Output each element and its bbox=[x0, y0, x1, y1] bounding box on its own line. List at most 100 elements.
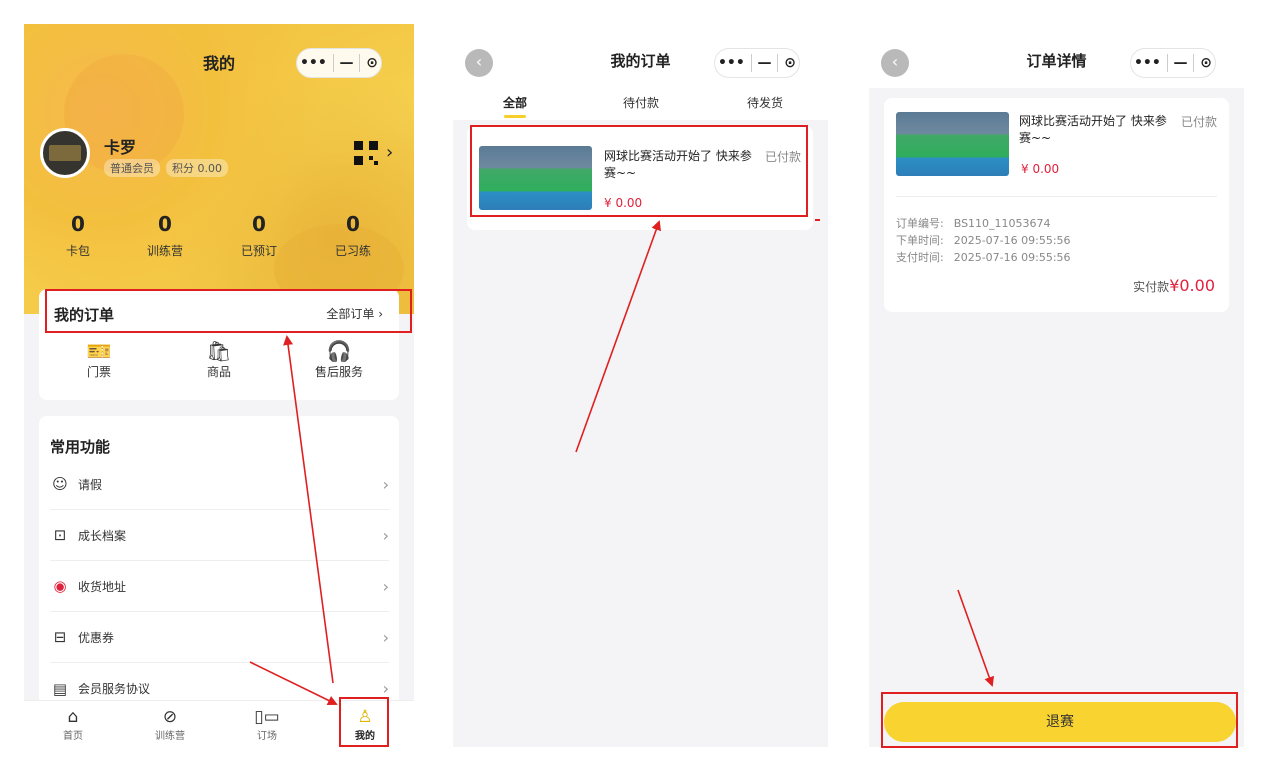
paid-label: 实付款 bbox=[1133, 280, 1170, 294]
stat-value: 0 bbox=[346, 212, 360, 236]
tab-label: 首页 bbox=[63, 731, 83, 742]
all-orders-link[interactable]: 全部订单 › bbox=[326, 305, 383, 322]
my-orders-screen: ‹ 我的订单 ••• — ⊙ 全部 待付款 待发货 网球比赛活动开始了 快来参赛… bbox=[453, 24, 828, 747]
function-label: 会员服务协议 bbox=[78, 682, 151, 696]
leave-icon: ☺ bbox=[52, 475, 68, 493]
order-price: ¥ 0.00 bbox=[604, 196, 643, 210]
paid-amount: ¥0.00 bbox=[1169, 276, 1215, 295]
mini-program-capsule[interactable]: ••• — ⊙ bbox=[1130, 48, 1216, 78]
ball-icon: ⊘ bbox=[162, 707, 178, 727]
common-functions-card: 常用功能 ☺ 请假 › ⊡ 成长档案 › ◉ 收货地址 › ⊟ 优惠券 › ▤ 会员服务协议 › bbox=[39, 416, 399, 716]
avatar[interactable] bbox=[40, 128, 90, 178]
my-orders-card: 我的订单 全部订单 › 🎫 门票 🛍 商品 🎧 售后服务 bbox=[39, 289, 399, 400]
points-badge: 积分 0.00 bbox=[166, 159, 228, 177]
user-name: 卡罗 bbox=[104, 138, 137, 157]
coupon-icon: ⊟ bbox=[53, 628, 67, 646]
headset-icon: 🎧 bbox=[326, 339, 352, 363]
tab-venue[interactable]: ▯▭ 订场 bbox=[227, 707, 307, 742]
ticket-icon: 🎫 bbox=[86, 339, 112, 363]
function-item-coupon[interactable]: ⊟ 优惠券 › bbox=[50, 612, 389, 663]
home-icon: ⌂ bbox=[67, 707, 79, 727]
qr-code-icon[interactable] bbox=[354, 141, 378, 165]
minimize-icon[interactable]: — bbox=[340, 55, 354, 71]
paid-total: 实付款¥0.00 bbox=[1133, 276, 1215, 295]
function-item-archive[interactable]: ⊡ 成长档案 › bbox=[50, 510, 389, 561]
stat-value: 0 bbox=[252, 212, 266, 236]
tab-home[interactable]: ⌂ 首页 bbox=[33, 707, 113, 742]
order-list-item[interactable]: 网球比赛活动开始了 快来参赛~~ 已付款 ¥ 0.00 bbox=[467, 126, 813, 230]
tab-bar: ⌂ 首页 ⊘ 训练营 ▯▭ 订场 ♙ 我的 bbox=[24, 700, 414, 747]
tab-training[interactable]: ⊘ 训练营 bbox=[130, 707, 210, 742]
capsule-divider bbox=[750, 54, 752, 72]
stat-label: 已预订 bbox=[240, 244, 277, 258]
mini-program-capsule[interactable]: ••• — ⊙ bbox=[714, 48, 800, 78]
close-icon[interactable]: ⊙ bbox=[784, 55, 796, 71]
order-price: ¥ 0.00 bbox=[1021, 162, 1060, 176]
chevron-right-icon: › bbox=[382, 576, 389, 596]
function-item-address[interactable]: ◉ 收货地址 › bbox=[50, 561, 389, 612]
function-label: 优惠券 bbox=[78, 630, 115, 645]
close-icon[interactable]: ⊙ bbox=[1200, 55, 1212, 71]
tab-mine[interactable]: ♙ 我的 bbox=[325, 707, 405, 742]
archive-icon: ⊡ bbox=[53, 526, 67, 544]
stat-label: 卡包 bbox=[65, 244, 90, 258]
capsule-divider bbox=[777, 54, 779, 72]
minimize-icon[interactable]: — bbox=[1174, 55, 1188, 71]
capsule-divider bbox=[332, 54, 334, 72]
order-status: 已付款 bbox=[764, 150, 801, 164]
more-icon[interactable]: ••• bbox=[300, 55, 327, 71]
more-icon[interactable]: ••• bbox=[718, 55, 745, 71]
order-type-label: 门票 bbox=[86, 365, 111, 379]
close-icon[interactable]: ⊙ bbox=[366, 55, 378, 71]
location-icon: ◉ bbox=[53, 577, 67, 595]
section-title: 常用功能 bbox=[50, 438, 111, 456]
order-title: 网球比赛活动开始了 快来参赛~~ bbox=[604, 149, 752, 180]
venue-icon: ▯▭ bbox=[254, 707, 280, 727]
tab-label: 订场 bbox=[257, 731, 277, 742]
chevron-right-icon: › bbox=[382, 474, 389, 494]
order-time-value: 2025-07-16 09:55:56 bbox=[953, 234, 1071, 247]
mini-program-capsule[interactable]: ••• — ⊙ bbox=[296, 48, 382, 78]
tab-pending-payment[interactable]: 待付款 bbox=[596, 94, 686, 111]
member-level-badge: 普通会员 bbox=[104, 159, 160, 177]
pay-time-value: 2025-07-16 09:55:56 bbox=[953, 251, 1071, 264]
tab-label: 训练营 bbox=[155, 731, 185, 742]
order-type-label: 售后服务 bbox=[314, 365, 363, 379]
stat-practiced[interactable]: 0 已习练 bbox=[313, 212, 393, 259]
order-type-label: 商品 bbox=[206, 365, 231, 379]
order-thumbnail bbox=[896, 112, 1009, 176]
chevron-right-icon: › bbox=[382, 627, 389, 647]
stat-booked[interactable]: 0 已预订 bbox=[219, 212, 299, 259]
tab-label: 我的 bbox=[355, 731, 375, 742]
pay-time-label: 支付时间: bbox=[896, 251, 944, 264]
order-type-after-sales[interactable]: 🎧 售后服务 bbox=[299, 339, 379, 380]
divider bbox=[896, 196, 1217, 197]
withdraw-button[interactable]: 退赛 bbox=[884, 702, 1236, 742]
order-detail-screen: ‹ 订单详情 ••• — ⊙ 网球比赛活动开始了 快来参赛~~ 已付款 ¥ 0.… bbox=[869, 24, 1244, 747]
chevron-right-icon: › bbox=[382, 679, 389, 698]
order-type-ticket[interactable]: 🎫 门票 bbox=[59, 339, 139, 380]
active-tab-indicator bbox=[504, 115, 526, 118]
order-type-goods[interactable]: 🛍 商品 bbox=[179, 339, 259, 380]
user-icon: ♙ bbox=[357, 707, 373, 727]
profile-screen: 我的 ••• — ⊙ 卡罗 普通会员 积分 0.00 › 0 卡包 0 训练营 0 已… bbox=[24, 24, 414, 747]
stat-value: 0 bbox=[158, 212, 172, 236]
order-detail-card: 网球比赛活动开始了 快来参赛~~ 已付款 ¥ 0.00 订单编号: BS110_1… bbox=[884, 98, 1229, 312]
function-label: 收货地址 bbox=[78, 579, 127, 594]
order-number-label: 订单编号: bbox=[896, 217, 944, 230]
tab-all[interactable]: 全部 bbox=[470, 94, 560, 111]
capsule-divider bbox=[1193, 54, 1195, 72]
document-icon: ▤ bbox=[52, 679, 68, 698]
order-thumbnail bbox=[479, 146, 592, 210]
chevron-right-icon[interactable]: › bbox=[386, 142, 393, 163]
more-icon[interactable]: ••• bbox=[1134, 55, 1161, 71]
order-time-label: 下单时间: bbox=[896, 234, 944, 247]
stat-value: 0 bbox=[71, 212, 85, 236]
stat-training-camp[interactable]: 0 训练营 bbox=[125, 212, 205, 259]
order-title: 网球比赛活动开始了 快来参赛~~ bbox=[1019, 114, 1167, 145]
annotation-mark bbox=[815, 219, 820, 221]
tab-pending-shipment[interactable]: 待发货 bbox=[720, 94, 810, 111]
function-item-leave[interactable]: ☺ 请假 › bbox=[50, 459, 389, 510]
minimize-icon[interactable]: — bbox=[758, 55, 772, 71]
stat-card-wallet[interactable]: 0 卡包 bbox=[38, 212, 118, 259]
